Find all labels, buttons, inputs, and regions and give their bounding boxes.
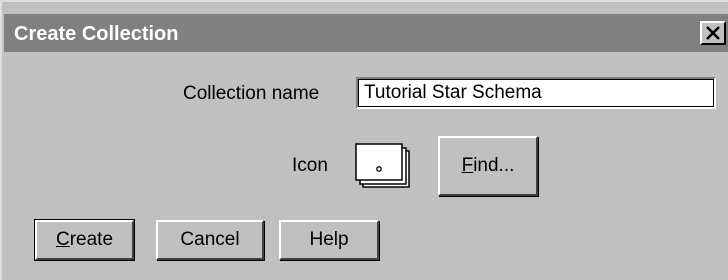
cancel-button[interactable]: Cancel bbox=[156, 220, 264, 260]
help-button[interactable]: Help bbox=[279, 220, 379, 260]
stacked-pages-icon bbox=[355, 143, 410, 188]
icon-label: Icon bbox=[292, 155, 328, 176]
collection-icon-preview bbox=[354, 142, 418, 194]
close-button[interactable] bbox=[700, 21, 726, 45]
collection-name-input[interactable]: Tutorial Star Schema bbox=[356, 77, 716, 109]
create-button[interactable]: Create bbox=[34, 219, 135, 261]
collection-name-label: Collection name bbox=[183, 83, 320, 104]
window-title: Create Collection bbox=[14, 23, 179, 45]
collection-name-value[interactable]: Tutorial Star Schema bbox=[364, 82, 542, 104]
create-collection-dialog: Create Collection Collection name Tutori… bbox=[0, 0, 728, 280]
find-button[interactable]: Find... bbox=[438, 136, 538, 196]
close-icon bbox=[706, 26, 720, 40]
title-bar[interactable]: Create Collection bbox=[4, 14, 728, 52]
